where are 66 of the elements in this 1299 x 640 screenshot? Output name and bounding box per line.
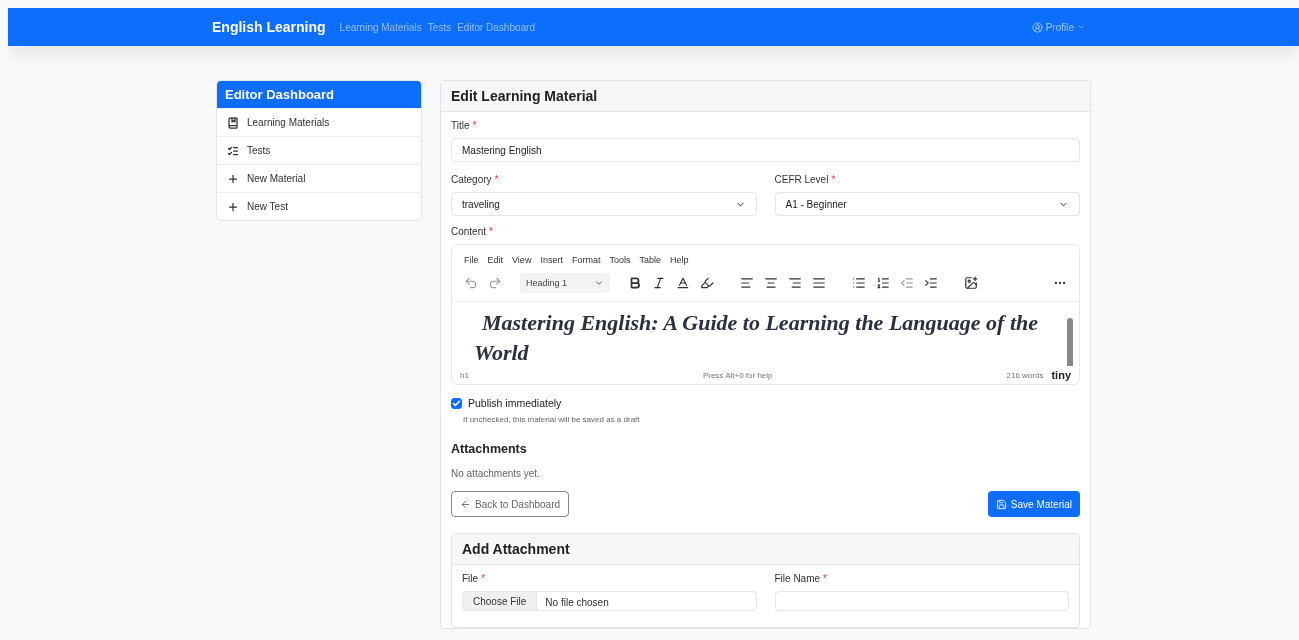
plus-icon	[227, 200, 239, 213]
highlighter-icon[interactable]	[700, 276, 714, 290]
numbered-list-icon[interactable]	[876, 276, 890, 290]
undo-icon[interactable]	[464, 276, 478, 290]
sidebar-item[interactable]: New Test	[217, 192, 421, 220]
field-label: File *	[462, 573, 487, 584]
field-label: File Name *	[774, 573, 828, 584]
text-color-icon[interactable]	[676, 276, 690, 290]
menu-item[interactable]: Tools	[609, 255, 631, 265]
sidebar-item[interactable]: New Material	[217, 164, 421, 192]
caret-icon	[1077, 23, 1085, 31]
menu-item[interactable]: File	[464, 255, 479, 265]
empty-message: No attachments yet.	[451, 468, 541, 479]
menu-item[interactable]: Edit	[487, 255, 504, 265]
publish-checkbox[interactable]	[451, 397, 462, 409]
sidebar-title: Editor Dashboard	[217, 81, 421, 108]
field-label: Content *	[451, 226, 494, 237]
card-title: Edit Learning Material	[441, 81, 1090, 112]
file-field[interactable]: Choose File No file chosen	[462, 591, 757, 611]
redo-icon[interactable]	[488, 276, 502, 290]
image-icon[interactable]	[964, 276, 978, 290]
field-label: Category *	[451, 174, 500, 185]
user-icon	[1031, 21, 1043, 33]
chevron-icon	[594, 278, 604, 288]
align-right-icon[interactable]	[788, 276, 802, 290]
save-button[interactable]: Save Material	[987, 491, 1080, 517]
title-field[interactable]: Mastering English	[451, 138, 1080, 162]
scrollbar[interactable]	[1067, 318, 1073, 366]
menu-item[interactable]: View	[512, 255, 532, 265]
list-icon	[227, 144, 239, 157]
sidebar-item[interactable]: Tests	[217, 136, 421, 164]
menu-item[interactable]: Table	[639, 255, 661, 265]
indent-icon[interactable]	[924, 276, 938, 290]
word-count: 216 words	[1006, 370, 1044, 380]
plus-icon	[227, 172, 239, 185]
tiny-logo[interactable]: tiny	[1051, 369, 1071, 381]
italic-icon[interactable]	[652, 276, 666, 290]
arrow-icon	[460, 498, 471, 510]
menu-item[interactable]: Insert	[540, 255, 563, 265]
bold-icon[interactable]	[628, 276, 642, 290]
category-select[interactable]: traveling	[451, 192, 757, 216]
field-label: Title *	[451, 120, 478, 131]
editor-heading: Mastering English: A Guide to Learning the Language of the World	[473, 309, 1039, 366]
sidebar-item[interactable]: Learning Materials	[217, 108, 421, 136]
save-icon	[995, 498, 1007, 510]
level-select[interactable]: A1 - Beginner	[774, 192, 1080, 216]
align-left-icon[interactable]	[740, 276, 754, 290]
section-heading: Attachments	[451, 442, 528, 456]
checkbox-label: Publish immediately	[468, 397, 562, 409]
bullet-list-icon[interactable]	[852, 276, 866, 290]
book-icon	[227, 116, 239, 129]
back-button[interactable]: Back to Dashboard	[451, 491, 570, 517]
field-label: CEFR Level *	[774, 174, 837, 185]
menu-item[interactable]: Help	[669, 255, 689, 265]
file-name-field[interactable]	[774, 591, 1069, 611]
justify-icon[interactable]	[812, 276, 826, 290]
card-title: Add Attachment	[452, 534, 1079, 565]
choose-file-button[interactable]: Choose File	[463, 592, 538, 610]
menu-item[interactable]: Format	[571, 255, 601, 265]
format-dropdown[interactable]: Heading 1	[520, 273, 610, 293]
element-path: h1	[460, 370, 469, 380]
align-center-icon[interactable]	[764, 276, 778, 290]
hint-text: If unchecked, this material will be saved as a draft	[463, 415, 641, 424]
brand-link[interactable]: English Learning	[212, 19, 326, 35]
file-status: No file chosen	[544, 596, 610, 608]
help-text: Press Alt+0 for help	[701, 370, 774, 380]
